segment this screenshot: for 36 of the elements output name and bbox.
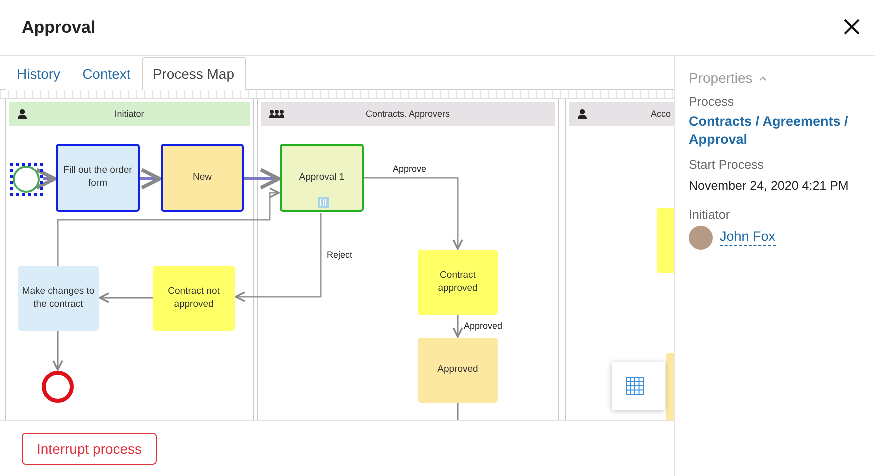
- person-icon: [17, 109, 28, 119]
- connector-arrow: [52, 331, 64, 371]
- lane-title: Initiator: [114, 109, 144, 119]
- end-event[interactable]: [42, 371, 74, 403]
- property-label: Start Process: [689, 158, 766, 172]
- tab[interactable]: Process Map: [142, 57, 246, 90]
- lane-title: Acco: [651, 109, 672, 119]
- connector-arrow: [99, 292, 153, 304]
- connector-arrow: [452, 315, 464, 338]
- lane-title: Contracts. Approvers: [366, 109, 450, 119]
- edge-label: Approve: [393, 164, 427, 174]
- window-title: Approval: [22, 18, 96, 38]
- group-icon: [269, 109, 285, 119]
- task-node[interactable]: Contract approved: [418, 250, 498, 315]
- start-event[interactable]: [10, 163, 43, 196]
- connector-line: [457, 403, 459, 420]
- columns-icon: [318, 197, 329, 208]
- task-node[interactable]: Fill out the order form: [56, 144, 140, 212]
- avatar: [689, 226, 713, 250]
- interrupt-process-button[interactable]: Interrupt process: [22, 432, 158, 464]
- task-node[interactable]: Approved: [418, 338, 498, 403]
- edge-label: Approved: [464, 321, 503, 331]
- user-link[interactable]: John Fox: [720, 230, 776, 246]
- person-icon: [577, 109, 588, 119]
- task-node[interactable]: Approval 1: [280, 144, 364, 212]
- chevron-up-icon[interactable]: [758, 76, 767, 80]
- grid-icon[interactable]: [626, 377, 644, 395]
- task-node[interactable]: Contract not approved: [153, 266, 235, 331]
- property-value: November 24, 2020 4:21 PM: [689, 179, 850, 194]
- close-icon[interactable]: [842, 16, 862, 36]
- process-link[interactable]: Contracts / Agreements / Approval: [689, 113, 871, 148]
- edge-label: Reject: [327, 250, 353, 260]
- task-node[interactable]: Make changes to the contract: [18, 266, 99, 331]
- task-node[interactable]: New: [161, 144, 244, 212]
- property-label: Process: [689, 95, 736, 109]
- property-label: Initiator: [689, 208, 731, 222]
